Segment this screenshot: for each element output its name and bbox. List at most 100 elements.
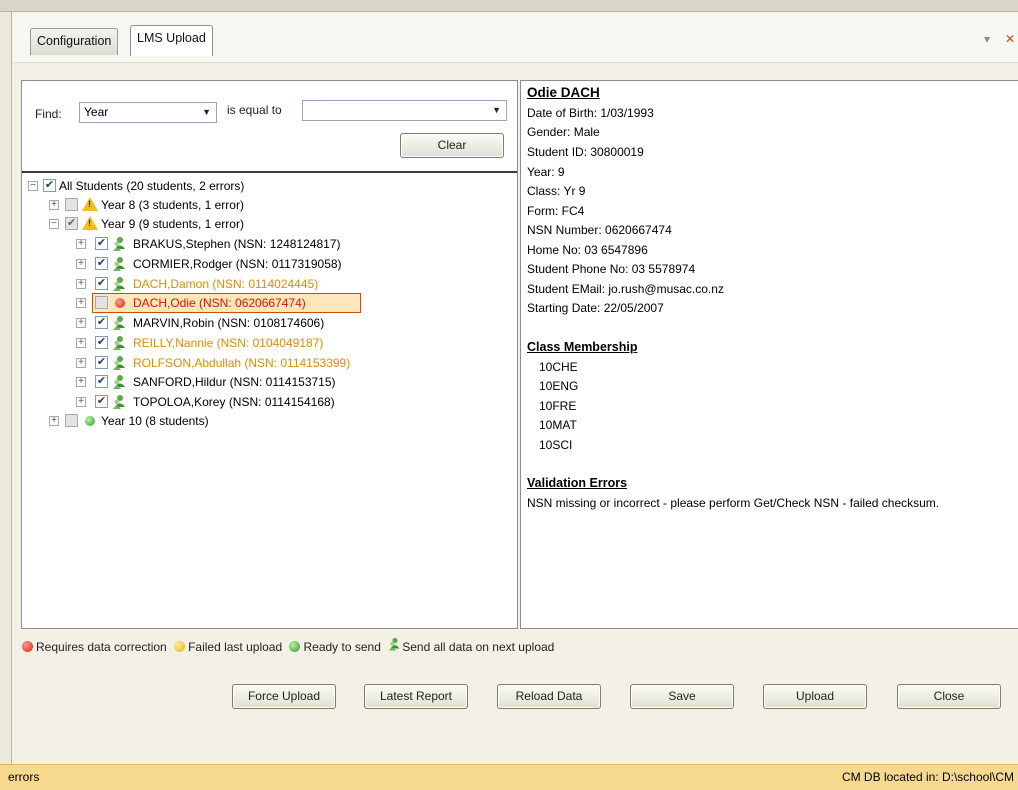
student-label: SANFORD,Hildur (NSN: 0114153715) <box>133 375 336 389</box>
send-all-icon <box>112 355 128 371</box>
warning-icon: ! <box>82 216 98 230</box>
checkbox[interactable]: ✔ <box>95 316 108 329</box>
checkbox[interactable]: ✔ <box>95 336 108 349</box>
expand-icon[interactable]: + <box>76 358 86 368</box>
force-upload-button[interactable]: Force Upload <box>232 684 336 709</box>
dropdown-icon[interactable]: ▾ <box>980 32 994 46</box>
checkbox[interactable]: ✔ <box>95 237 108 250</box>
chevron-down-icon: ▼ <box>492 105 501 115</box>
expand-icon[interactable]: + <box>76 397 86 407</box>
validation-error-text: NSN missing or incorrect - please perfor… <box>527 496 940 510</box>
class-item: 10MAT <box>539 418 577 432</box>
checkbox[interactable]: ✔ <box>95 375 108 388</box>
student-label: TOPOLOA,Korey (NSN: 0114154168) <box>133 395 335 409</box>
detail-line: Starting Date: 22/05/2007 <box>527 301 664 315</box>
legend-requires: Requires data correction <box>22 637 167 657</box>
close-icon[interactable]: ✕ <box>1003 32 1017 46</box>
tree-node-label: Year 10 (8 students) <box>101 414 209 428</box>
send-all-icon <box>112 335 128 351</box>
student-label: MARVIN,Robin (NSN: 0108174606) <box>133 316 325 330</box>
send-all-icon <box>112 315 128 331</box>
find-value-select[interactable]: ▼ <box>302 100 507 121</box>
detail-line: Class: Yr 9 <box>527 184 586 198</box>
status-db-location: CM DB located in: D:\school\CM <box>841 770 1014 784</box>
upload-button[interactable]: Upload <box>763 684 867 709</box>
expand-icon[interactable]: + <box>76 298 86 308</box>
tab-lms-upload[interactable]: LMS Upload <box>130 25 213 56</box>
class-item: 10FRE <box>539 399 577 413</box>
student-name-heading: Odie DACH <box>527 85 600 100</box>
checkbox[interactable]: ✔ <box>65 217 78 230</box>
student-label: DACH,Odie (NSN: 0620667474) <box>133 296 306 310</box>
expand-icon[interactable]: + <box>76 318 86 328</box>
detail-line: Student Phone No: 03 5578974 <box>527 262 696 276</box>
checkbox[interactable] <box>95 296 108 309</box>
send-all-icon <box>112 256 128 272</box>
student-label: BRAKUS,Stephen (NSN: 1248124817) <box>133 237 341 251</box>
checkbox[interactable]: ✔ <box>95 277 108 290</box>
tab-bar: Configuration LMS Upload ▾ ✕ <box>13 13 1018 63</box>
expand-icon[interactable]: + <box>76 377 86 387</box>
clear-button[interactable]: Clear <box>400 133 504 158</box>
legend-send-all: Send all data on next upload <box>388 637 554 658</box>
expand-icon[interactable]: + <box>76 259 86 269</box>
collapse-icon[interactable]: − <box>49 219 59 229</box>
chevron-down-icon: ▼ <box>202 107 211 117</box>
save-button[interactable]: Save <box>630 684 734 709</box>
detail-line: Student EMail: jo.rush@musac.co.nz <box>527 282 724 296</box>
checkbox[interactable] <box>65 198 78 211</box>
send-all-icon <box>112 374 128 390</box>
checkbox[interactable]: ✔ <box>43 179 56 192</box>
checkbox[interactable]: ✔ <box>95 257 108 270</box>
latest-report-button[interactable]: Latest Report <box>364 684 468 709</box>
red-dot-icon <box>22 641 33 653</box>
class-item: 10SCI <box>539 438 573 452</box>
requires-correction-icon <box>115 298 125 308</box>
expand-icon[interactable]: + <box>76 338 86 348</box>
find-field-select[interactable]: Year ▼ <box>79 102 217 123</box>
detail-line: Form: FC4 <box>527 204 585 218</box>
expand-icon[interactable]: + <box>49 416 59 426</box>
warning-icon: ! <box>82 197 98 211</box>
close-button[interactable]: Close <box>897 684 1001 709</box>
window-top-strip <box>0 0 1018 12</box>
checkbox[interactable]: ✔ <box>95 356 108 369</box>
class-item: 10ENG <box>539 379 579 393</box>
expand-icon[interactable]: + <box>49 200 59 210</box>
checkbox[interactable] <box>65 414 78 427</box>
detail-line: Student ID: 30800019 <box>527 145 644 159</box>
tree-node-label: Year 8 (3 students, 1 error) <box>101 198 244 212</box>
student-label: REILLY,Nannie (NSN: 0104049187) <box>133 336 324 350</box>
send-all-icon <box>112 394 128 410</box>
find-label: Find: <box>35 107 62 121</box>
left-rail <box>0 12 12 764</box>
ready-to-send-icon <box>85 416 95 426</box>
people-icon <box>388 637 402 657</box>
find-field-value: Year <box>84 105 109 119</box>
collapse-icon[interactable]: − <box>28 181 38 191</box>
status-left-text: errors <box>8 770 40 784</box>
student-tree: − ✔ All Students (20 students, 2 errors)… <box>22 175 517 628</box>
expand-icon[interactable]: + <box>76 239 86 249</box>
detail-line: Gender: Male <box>527 125 600 139</box>
class-item: 10CHE <box>539 360 578 374</box>
send-all-icon <box>112 276 128 292</box>
student-label: DACH,Damon (NSN: 0114024445) <box>133 277 319 291</box>
find-area: Find: Year ▼ is equal to ▼ Clear <box>22 81 517 173</box>
student-label: ROLFSON,Abdullah (NSN: 0114153399) <box>133 356 351 370</box>
student-panel: Find: Year ▼ is equal to ▼ Clear − ✔ All… <box>21 80 518 629</box>
validation-errors-heading: Validation Errors <box>527 476 628 490</box>
checkbox[interactable]: ✔ <box>95 395 108 408</box>
tab-configuration[interactable]: Configuration <box>30 28 119 55</box>
send-all-icon <box>112 236 128 252</box>
legend-ready: Ready to send <box>289 637 381 657</box>
student-label: CORMIER,Rodger (NSN: 0117319058) <box>133 257 342 271</box>
status-legend: Requires data correction Failed last upl… <box>22 637 558 657</box>
expand-icon[interactable]: + <box>76 279 86 289</box>
detail-line: NSN Number: 0620667474 <box>527 223 672 237</box>
legend-failed: Failed last upload <box>174 637 282 657</box>
yellow-dot-icon <box>174 641 186 653</box>
reload-data-button[interactable]: Reload Data <box>497 684 601 709</box>
tree-root-label: All Students (20 students, 2 errors) <box>59 179 245 193</box>
operator-label: is equal to <box>227 103 282 117</box>
